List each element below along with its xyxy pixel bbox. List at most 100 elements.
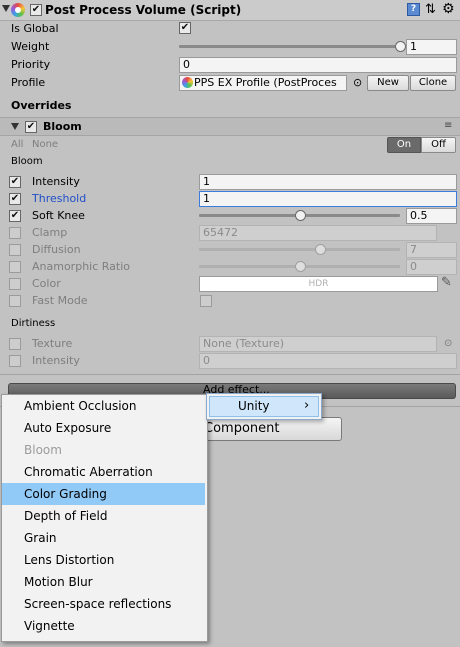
bloom-foldout-icon[interactable] bbox=[11, 123, 19, 130]
add-component-label: Component bbox=[204, 421, 280, 436]
anamorphic-ratio-label: Anamorphic Ratio bbox=[32, 260, 131, 273]
diffusion-slider-thumb[interactable] bbox=[314, 244, 326, 255]
dirt-texture-label: Texture bbox=[32, 337, 73, 350]
anamorphic-override-checkbox[interactable] bbox=[9, 261, 21, 273]
threshold-override-checkbox[interactable]: ✔ bbox=[9, 193, 21, 205]
none-toggle[interactable]: None bbox=[32, 136, 58, 153]
foldout-arrow-icon[interactable] bbox=[2, 5, 10, 12]
bloom-effect-header[interactable]: ✔ Bloom ≡ bbox=[0, 117, 460, 136]
bloom-group-label: Bloom bbox=[11, 156, 43, 167]
effect-menu-icon[interactable]: ≡ bbox=[444, 118, 452, 133]
fast-mode-checkbox[interactable] bbox=[200, 295, 212, 307]
menu-item-ambient-occlusion[interactable]: Ambient Occlusion bbox=[2, 395, 205, 417]
bloom-effect-title: Bloom bbox=[43, 120, 82, 133]
effect-dropdown-menu: Ambient Occlusion Auto Exposure Bloom Ch… bbox=[1, 394, 208, 642]
anamorphic-slider-thumb[interactable] bbox=[294, 261, 306, 272]
dirt-texture-override-checkbox[interactable] bbox=[9, 338, 21, 350]
dirt-intensity-row: Intensity 0 bbox=[0, 352, 460, 369]
priority-field[interactable]: 0 bbox=[179, 57, 457, 73]
is-global-checkbox[interactable]: ✔ bbox=[179, 22, 191, 34]
weight-field[interactable]: 1 bbox=[406, 39, 457, 55]
object-picker-icon[interactable]: ⊙ bbox=[353, 75, 362, 90]
profile-asset-icon bbox=[182, 77, 193, 88]
bloom-clamp-row: Clamp 65472 bbox=[0, 224, 460, 241]
override-toggles-row: All None On Off bbox=[0, 136, 460, 153]
soft-knee-slider-thumb[interactable] bbox=[294, 210, 306, 221]
diffusion-label: Diffusion bbox=[32, 243, 81, 256]
soft-knee-override-checkbox[interactable]: ✔ bbox=[9, 210, 21, 222]
intensity-field[interactable]: 1 bbox=[199, 174, 457, 190]
texture-picker-icon[interactable]: ⊙ bbox=[444, 335, 452, 352]
divider bbox=[0, 374, 460, 375]
profile-label: Profile bbox=[11, 76, 46, 89]
dirt-intensity-label: Intensity bbox=[32, 354, 80, 367]
component-enabled-checkbox[interactable]: ✔ bbox=[30, 4, 42, 16]
clamp-label: Clamp bbox=[32, 226, 68, 239]
menu-item-motion-blur[interactable]: Motion Blur bbox=[2, 571, 205, 593]
intensity-label: Intensity bbox=[32, 175, 80, 188]
bloom-enabled-checkbox[interactable]: ✔ bbox=[25, 121, 37, 133]
fast-mode-label: Fast Mode bbox=[32, 294, 88, 307]
profile-value: PPS EX Profile (PostProces bbox=[194, 76, 337, 89]
priority-row: Priority 0 bbox=[0, 56, 460, 73]
threshold-label: Threshold bbox=[32, 192, 87, 205]
menu-item-grain[interactable]: Grain bbox=[2, 527, 205, 549]
all-toggle[interactable]: All bbox=[11, 136, 23, 153]
profile-field[interactable]: PPS EX Profile (PostProces bbox=[179, 75, 347, 91]
weight-row: Weight 1 bbox=[0, 38, 460, 55]
dirt-intensity-override-checkbox[interactable] bbox=[9, 355, 21, 367]
new-profile-button[interactable]: New bbox=[367, 75, 409, 91]
weight-label: Weight bbox=[11, 40, 50, 53]
clamp-override-checkbox[interactable] bbox=[9, 227, 21, 239]
bloom-diffusion-row: Diffusion 7 bbox=[0, 241, 460, 258]
soft-knee-field[interactable]: 0.5 bbox=[406, 208, 457, 224]
component-header: ✔ Post Process Volume (Script) ? ⇅ ⚙ bbox=[0, 0, 460, 21]
on-button[interactable]: On bbox=[387, 137, 421, 153]
color-swatch[interactable]: HDR bbox=[199, 276, 438, 292]
profile-row: Profile PPS EX Profile (PostProces ⊙ New… bbox=[0, 74, 460, 91]
unity-submenu[interactable]: Unity › bbox=[206, 393, 322, 420]
weight-slider-thumb[interactable] bbox=[395, 41, 406, 52]
bloom-anamorphic-row: Anamorphic Ratio 0 bbox=[0, 258, 460, 275]
diffusion-field[interactable]: 7 bbox=[406, 242, 457, 258]
overrides-title: Overrides bbox=[11, 99, 72, 112]
bloom-fast-mode-row: Fast Mode bbox=[0, 292, 460, 309]
color-label: Color bbox=[32, 277, 61, 290]
dirt-texture-field[interactable]: None (Texture) bbox=[199, 336, 437, 352]
help-icon[interactable]: ? bbox=[407, 3, 420, 16]
bloom-intensity-row: ✔ Intensity 1 bbox=[0, 173, 460, 190]
unity-submenu-item[interactable]: Unity › bbox=[209, 396, 319, 417]
menu-item-chromatic-aberration[interactable]: Chromatic Aberration bbox=[2, 461, 205, 483]
dirtiness-group-label: Dirtiness bbox=[11, 318, 56, 329]
diffusion-override-checkbox[interactable] bbox=[9, 244, 21, 256]
presets-icon[interactable]: ⇅ bbox=[425, 2, 436, 17]
eyedropper-icon[interactable]: ✎ bbox=[441, 275, 452, 291]
menu-item-vignette[interactable]: Vignette bbox=[2, 615, 205, 637]
menu-item-depth-of-field[interactable]: Depth of Field bbox=[2, 505, 205, 527]
component-title: Post Process Volume (Script) bbox=[45, 3, 242, 17]
post-process-volume-icon bbox=[11, 3, 25, 17]
diffusion-slider-track[interactable] bbox=[199, 248, 400, 251]
dirt-texture-row: Texture None (Texture) ⊙ bbox=[0, 335, 460, 352]
menu-item-bloom: Bloom bbox=[24, 443, 62, 457]
fast-mode-override-checkbox[interactable] bbox=[9, 295, 21, 307]
gear-icon[interactable]: ⚙ bbox=[442, 1, 455, 17]
menu-item-color-grading[interactable]: Color Grading bbox=[2, 483, 205, 505]
soft-knee-label: Soft Knee bbox=[32, 209, 85, 222]
clamp-field[interactable]: 65472 bbox=[199, 225, 437, 241]
menu-item-screen-space-reflections[interactable]: Screen-space reflections bbox=[2, 593, 205, 615]
threshold-field[interactable]: 1 bbox=[199, 191, 457, 207]
clone-profile-button[interactable]: Clone bbox=[410, 75, 456, 91]
intensity-override-checkbox[interactable]: ✔ bbox=[9, 176, 21, 188]
off-button[interactable]: Off bbox=[421, 137, 456, 153]
is-global-label: Is Global bbox=[11, 22, 59, 35]
weight-slider-track[interactable] bbox=[179, 45, 400, 48]
color-override-checkbox[interactable] bbox=[9, 278, 21, 290]
anamorphic-field[interactable]: 0 bbox=[406, 259, 457, 275]
is-global-row: Is Global ✔ bbox=[0, 20, 460, 37]
bloom-threshold-row: ✔ Threshold 1 bbox=[0, 190, 460, 207]
priority-label: Priority bbox=[11, 58, 51, 71]
dirt-intensity-field[interactable]: 0 bbox=[199, 353, 457, 369]
menu-item-auto-exposure[interactable]: Auto Exposure bbox=[2, 417, 205, 439]
menu-item-lens-distortion[interactable]: Lens Distortion bbox=[2, 549, 205, 571]
